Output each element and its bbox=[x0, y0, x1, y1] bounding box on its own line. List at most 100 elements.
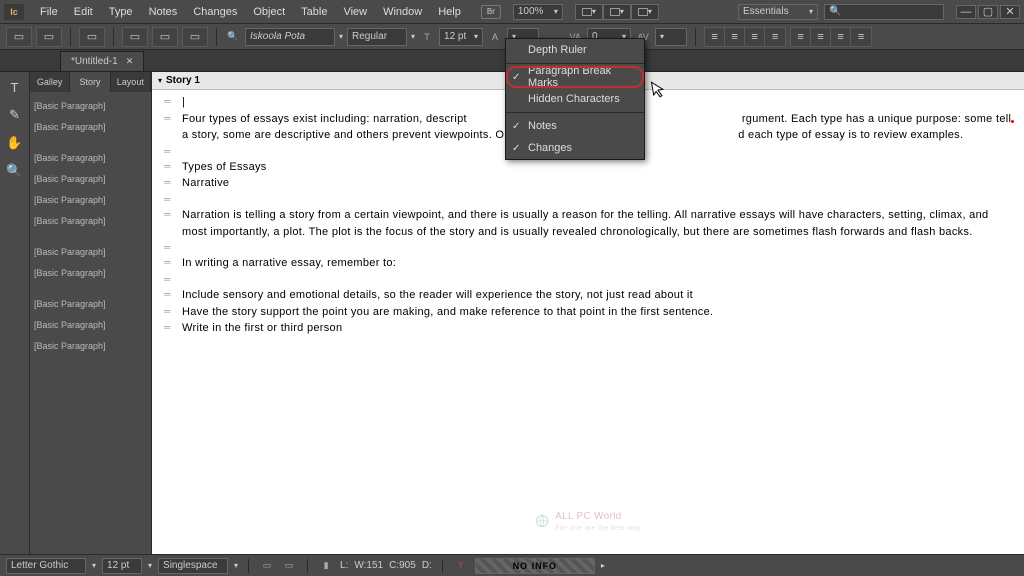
text-line[interactable]: Narration is telling a story from a cert… bbox=[182, 207, 1012, 240]
para-style-item[interactable]: [Basic Paragraph] bbox=[30, 190, 151, 211]
status-icon[interactable]: T bbox=[453, 558, 469, 574]
align-left-button[interactable]: ≡ bbox=[705, 28, 725, 46]
divider bbox=[113, 28, 114, 46]
chevron-down-icon[interactable]: ▾ bbox=[411, 32, 415, 41]
menu-changes[interactable]: Changes bbox=[185, 0, 245, 24]
status-size-select[interactable]: 12 pt bbox=[102, 558, 142, 574]
menu-help[interactable]: Help bbox=[430, 0, 469, 24]
workspace-select[interactable]: Essentials▾ bbox=[738, 4, 818, 20]
divider bbox=[70, 28, 71, 46]
para-style-item[interactable]: [Basic Paragraph] bbox=[30, 117, 151, 138]
align-right-button[interactable]: ≡ bbox=[745, 28, 765, 46]
status-font-select[interactable]: Letter Gothic bbox=[6, 558, 86, 574]
text-line[interactable]: Narrative bbox=[182, 175, 1012, 192]
justify-group: ≡ ≡ ≡ ≡ bbox=[790, 27, 872, 47]
divider bbox=[506, 63, 644, 64]
para-style-item[interactable]: [Basic Paragraph] bbox=[30, 294, 151, 315]
para-mark-icon: ═ bbox=[164, 304, 176, 321]
justify-full-button[interactable]: ≡ bbox=[851, 28, 871, 46]
tab-story[interactable]: Story bbox=[70, 72, 110, 92]
tool-button[interactable]: ▭ bbox=[122, 27, 148, 47]
tab-layout[interactable]: Layout bbox=[111, 72, 151, 92]
status-icon[interactable]: ▮ bbox=[318, 558, 334, 574]
menu-view[interactable]: View bbox=[335, 0, 375, 24]
text-line[interactable]: Write in the first or third person bbox=[182, 320, 1012, 337]
para-style-item[interactable]: [Basic Paragraph] bbox=[30, 148, 151, 169]
view-mode-1-button[interactable]: ▾ bbox=[575, 4, 603, 20]
close-button[interactable]: ✕ bbox=[1000, 5, 1020, 19]
chevron-down-icon[interactable]: ▾ bbox=[339, 32, 343, 41]
text-line[interactable]: Include sensory and emotional details, s… bbox=[182, 287, 1012, 304]
view-mode-2-button[interactable]: ▾ bbox=[603, 4, 631, 20]
tab-galley[interactable]: Galley bbox=[30, 72, 70, 92]
status-font-value: Letter Gothic bbox=[11, 560, 68, 571]
document-tab-label: *Untitled-1 bbox=[71, 56, 118, 67]
status-spacing-value: Singlespace bbox=[163, 560, 217, 571]
para-style-item[interactable]: [Basic Paragraph] bbox=[30, 336, 151, 357]
minimize-button[interactable]: — bbox=[956, 5, 976, 19]
justify-right-button[interactable]: ≡ bbox=[831, 28, 851, 46]
para-mark-icon: ═ bbox=[164, 272, 176, 287]
zoom-select[interactable]: 100%▾ bbox=[513, 4, 563, 20]
justify-left-button[interactable]: ≡ bbox=[791, 28, 811, 46]
justify-center-button[interactable]: ≡ bbox=[811, 28, 831, 46]
menu-type[interactable]: Type bbox=[101, 0, 141, 24]
align-justify-button[interactable]: ≡ bbox=[765, 28, 785, 46]
tracking-input[interactable]: ▾ bbox=[655, 28, 687, 46]
zoom-value: 100% bbox=[518, 6, 544, 17]
search-char-icon: 🔍 bbox=[225, 29, 241, 45]
menu-file[interactable]: File bbox=[32, 0, 66, 24]
document-tab[interactable]: *Untitled-1 ✕ bbox=[60, 51, 144, 71]
leading-icon: A bbox=[487, 29, 503, 45]
text-line[interactable]: Have the story support the point you are… bbox=[182, 304, 1012, 321]
tool-button[interactable]: ▭ bbox=[152, 27, 178, 47]
bridge-icon[interactable]: Br bbox=[481, 5, 501, 19]
tool-button[interactable]: ▭ bbox=[36, 27, 62, 47]
align-center-button[interactable]: ≡ bbox=[725, 28, 745, 46]
text-line[interactable]: In writing a narrative essay, remember t… bbox=[182, 255, 1012, 272]
para-style-item[interactable]: [Basic Paragraph] bbox=[30, 315, 151, 336]
dd-paragraph-break-marks[interactable]: Paragraph Break Marks bbox=[506, 66, 644, 88]
menu-object[interactable]: Object bbox=[245, 0, 293, 24]
para-mark-icon: ═ bbox=[164, 255, 176, 272]
zoom-tool[interactable]: 🔍 bbox=[4, 160, 26, 182]
note-tool[interactable]: ✎ bbox=[4, 104, 26, 126]
hand-tool[interactable]: ✋ bbox=[4, 132, 26, 154]
tool-button[interactable]: ▭ bbox=[79, 27, 105, 47]
para-style-item[interactable]: [Basic Paragraph] bbox=[30, 263, 151, 284]
dd-depth-ruler[interactable]: Depth Ruler bbox=[506, 39, 644, 61]
paragraph-style-list: [Basic Paragraph] [Basic Paragraph] [Bas… bbox=[30, 92, 151, 554]
maximize-button[interactable]: ▢ bbox=[978, 5, 998, 19]
para-style-item[interactable]: [Basic Paragraph] bbox=[30, 242, 151, 263]
no-info-strip: NO INFO bbox=[475, 558, 595, 574]
view-mode-3-button[interactable]: ▾ bbox=[631, 4, 659, 20]
collapse-icon[interactable]: ▾ bbox=[158, 76, 162, 85]
font-size-input[interactable]: 12 pt▾ bbox=[439, 28, 483, 46]
dd-hidden-characters[interactable]: Hidden Characters bbox=[506, 88, 644, 110]
menu-notes[interactable]: Notes bbox=[141, 0, 186, 24]
menu-table[interactable]: Table bbox=[293, 0, 335, 24]
font-style-value: Regular bbox=[352, 31, 387, 42]
status-spacing-select[interactable]: Singlespace bbox=[158, 558, 228, 574]
dd-changes[interactable]: Changes bbox=[506, 137, 644, 159]
para-style-item[interactable]: [Basic Paragraph] bbox=[30, 96, 151, 117]
menu-window[interactable]: Window bbox=[375, 0, 430, 24]
close-tab-icon[interactable]: ✕ bbox=[126, 56, 134, 67]
para-style-item[interactable]: [Basic Paragraph] bbox=[30, 211, 151, 232]
chevron-right-icon[interactable]: ▸ bbox=[601, 561, 605, 570]
text-line[interactable]: Types of Essays bbox=[182, 159, 1012, 176]
divider bbox=[216, 28, 217, 46]
dd-notes[interactable]: Notes bbox=[506, 115, 644, 137]
tool-button[interactable]: ▭ bbox=[6, 27, 32, 47]
status-icon[interactable]: ▭ bbox=[281, 558, 297, 574]
type-tool[interactable]: T bbox=[4, 76, 26, 98]
para-style-item[interactable]: [Basic Paragraph] bbox=[30, 169, 151, 190]
font-style-select[interactable]: Regular bbox=[347, 28, 407, 46]
tool-button[interactable]: ▭ bbox=[182, 27, 208, 47]
search-icon: 🔍 bbox=[829, 6, 841, 17]
font-family-select[interactable]: Iskoola Pota bbox=[245, 28, 335, 46]
search-input[interactable]: 🔍 bbox=[824, 4, 944, 20]
menu-edit[interactable]: Edit bbox=[66, 0, 101, 24]
workspace-label: Essentials bbox=[743, 6, 789, 17]
status-icon[interactable]: ▭ bbox=[259, 558, 275, 574]
